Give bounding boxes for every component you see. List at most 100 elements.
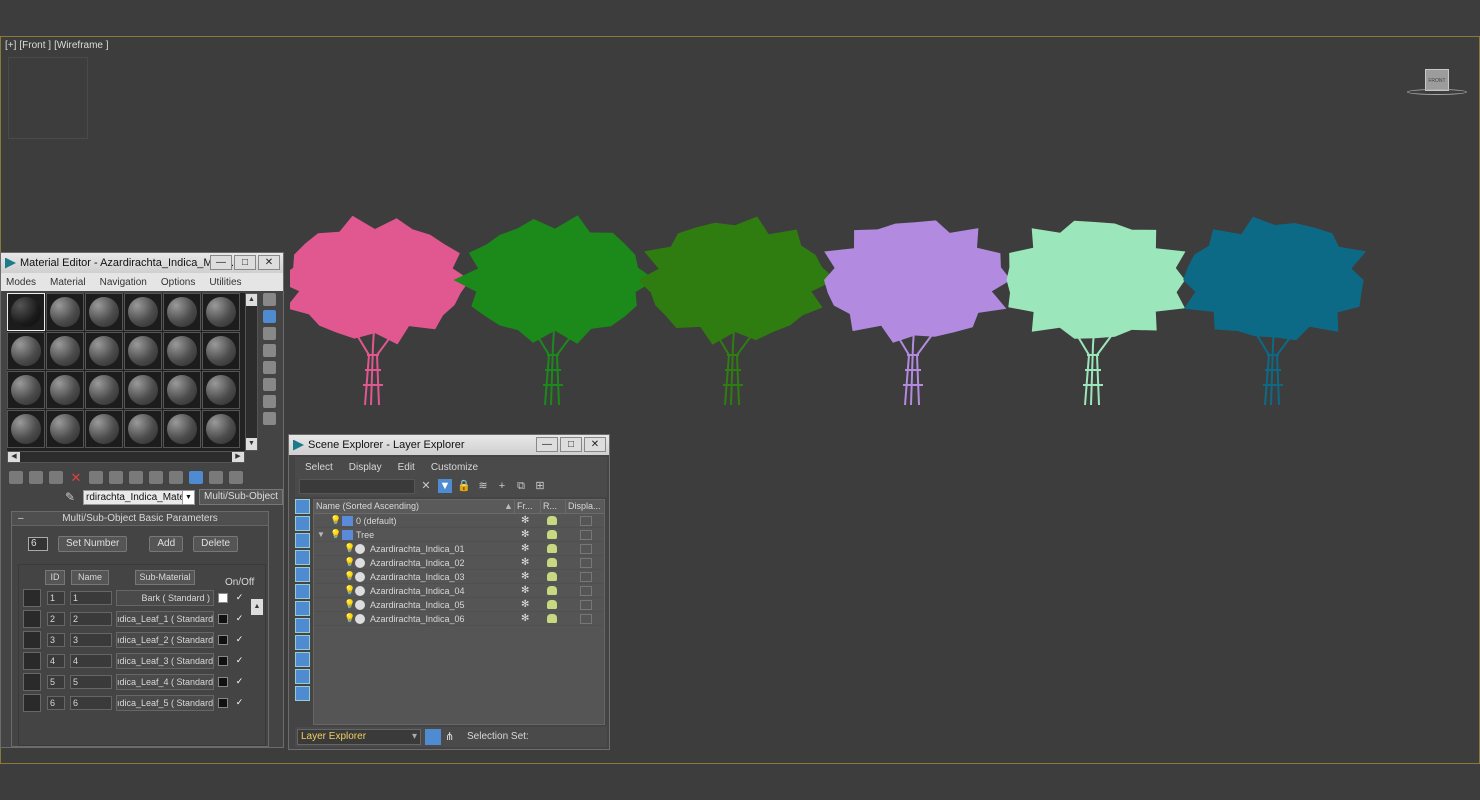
render-teapot-icon[interactable] [547, 614, 557, 623]
render-teapot-icon[interactable] [547, 572, 557, 581]
tree-row-object[interactable]: 💡 Azardirachta_Indica_04 ✻ [314, 584, 604, 598]
row-name[interactable]: 4 [70, 654, 112, 668]
sample-uv-tiling-icon[interactable] [262, 344, 276, 357]
lock-icon[interactable]: 🔒 [457, 479, 471, 493]
tree-row-object[interactable]: 💡 Azardirachta_Indica_01 ✻ [314, 542, 604, 556]
sample-slot[interactable] [7, 371, 45, 409]
layers-icon[interactable]: ≋ [476, 479, 490, 493]
lightbulb-icon[interactable]: 💡 [330, 515, 341, 525]
sample-slot[interactable] [46, 371, 84, 409]
add-button[interactable]: Add [149, 536, 184, 552]
display-hidden-icon[interactable] [295, 686, 310, 701]
material-id-channel-icon[interactable] [129, 470, 143, 484]
row-id[interactable]: 3 [47, 633, 65, 647]
get-material-icon[interactable] [9, 470, 23, 484]
select-by-material-icon[interactable] [262, 412, 276, 425]
render-teapot-icon[interactable] [547, 600, 557, 609]
row-id[interactable]: 5 [47, 675, 65, 689]
lightbulb-icon[interactable]: 💡 [344, 571, 355, 581]
sample-slot[interactable] [124, 293, 162, 331]
row-sub-material-button[interactable]: Bark ( Standard ) [116, 590, 214, 606]
create-layer-icon[interactable]: + [495, 479, 509, 493]
render-teapot-icon[interactable] [547, 586, 557, 595]
background-icon[interactable] [262, 327, 276, 340]
row-color-swatch[interactable] [218, 656, 228, 666]
row-id[interactable]: 4 [47, 654, 65, 668]
display-spacewarps-icon[interactable] [295, 584, 310, 599]
menu-select[interactable]: Select [305, 462, 333, 473]
frozen-column-header[interactable]: Fr... [517, 501, 533, 511]
menu-navigation[interactable]: Navigation [100, 277, 147, 288]
viewport-plus-menu[interactable]: [+] [5, 40, 16, 51]
put-to-library-icon[interactable] [109, 470, 123, 484]
table-row[interactable]: 2 2 ıdica_Leaf_1 ( Standard ) ✓ [21, 610, 261, 628]
display-box-icon[interactable] [580, 516, 592, 526]
scene-explorer-titlebar[interactable]: Scene Explorer - Layer Explorer — □ ✕ [289, 435, 609, 455]
menu-customize[interactable]: Customize [431, 462, 478, 473]
hierarchy-mode-icon[interactable]: ⋔ [445, 729, 459, 745]
delete-button[interactable]: Delete [193, 536, 239, 552]
render-column-header[interactable]: R... [543, 501, 557, 511]
viewport-shading-menu[interactable]: [Wireframe ] [54, 40, 108, 51]
expand-arrow-icon[interactable]: ▼ [317, 530, 325, 539]
add-to-layer-icon[interactable]: ⧉ [514, 479, 528, 493]
display-cameras-icon[interactable] [295, 550, 310, 565]
display-box-icon[interactable] [580, 614, 592, 624]
set-number-field[interactable]: 6 [28, 537, 48, 551]
display-box-icon[interactable] [580, 544, 592, 554]
sample-slot[interactable] [7, 293, 45, 331]
tree-model[interactable] [637, 216, 836, 406]
freeze-icon[interactable]: ✻ [521, 529, 529, 540]
menu-utilities[interactable]: Utilities [209, 277, 241, 288]
display-box-icon[interactable] [580, 600, 592, 610]
sample-slot[interactable] [124, 410, 162, 448]
freeze-icon[interactable]: ✻ [521, 599, 529, 610]
row-id[interactable]: 1 [47, 591, 65, 605]
render-teapot-icon[interactable] [547, 544, 557, 553]
tree-model[interactable] [824, 220, 1011, 406]
row-sub-material-button[interactable]: ıdica_Leaf_3 ( Standard ) [116, 653, 214, 669]
sample-slot[interactable] [85, 371, 123, 409]
row-sub-material-button[interactable]: ıdica_Leaf_5 ( Standard ) [116, 695, 214, 711]
tree-model[interactable] [1183, 216, 1367, 406]
row-onoff-checkbox[interactable]: ✓ [234, 613, 245, 624]
display-shapes-icon[interactable] [295, 516, 310, 531]
tree-row-object[interactable]: 💡 Azardirachta_Indica_03 ✻ [314, 570, 604, 584]
scroll-down-icon[interactable]: ▼ [246, 438, 257, 450]
clear-search-icon[interactable]: ✕ [419, 479, 433, 493]
id-column-header[interactable]: ID [45, 570, 65, 585]
options-icon[interactable] [262, 395, 276, 408]
row-id[interactable]: 6 [47, 696, 65, 710]
show-end-result-icon[interactable] [169, 470, 183, 484]
row-color-swatch[interactable] [218, 698, 228, 708]
tree-model[interactable] [453, 215, 656, 406]
sample-slot[interactable] [85, 293, 123, 331]
sample-slot[interactable] [46, 410, 84, 448]
eyedropper-icon[interactable]: ✎ [65, 490, 79, 504]
name-column-header[interactable]: Name (Sorted Ascending) [316, 501, 419, 511]
lightbulb-icon[interactable]: 💡 [344, 557, 355, 567]
maximize-button[interactable]: □ [234, 255, 256, 270]
material-editor-titlebar[interactable]: Material Editor - Azardirachta_Indica_Ma… [1, 253, 283, 273]
display-box-icon[interactable] [580, 586, 592, 596]
sample-slot[interactable] [202, 332, 240, 370]
row-name[interactable]: 2 [70, 612, 112, 626]
reset-map-icon[interactable]: ✕ [69, 471, 83, 484]
scroll-left-icon[interactable]: ◀ [8, 452, 20, 462]
make-unique-icon[interactable] [89, 470, 103, 484]
menu-display[interactable]: Display [349, 462, 382, 473]
display-containers-icon[interactable] [295, 652, 310, 667]
sample-slot[interactable] [163, 371, 201, 409]
tree-model[interactable] [290, 215, 470, 406]
show-shaded-icon[interactable] [149, 470, 163, 484]
sample-slot[interactable] [7, 410, 45, 448]
go-to-parent-icon[interactable] [189, 470, 203, 484]
sample-slot[interactable] [124, 371, 162, 409]
video-color-check-icon[interactable] [262, 361, 276, 374]
set-number-button[interactable]: Set Number [58, 536, 128, 552]
display-lights-icon[interactable] [295, 533, 310, 548]
go-forward-sibling-icon[interactable] [209, 470, 223, 484]
row-sub-material-button[interactable]: ıdica_Leaf_2 ( Standard ) [116, 632, 214, 648]
assign-to-selection-icon[interactable] [49, 470, 63, 484]
viewcube-ring[interactable] [1407, 89, 1467, 95]
